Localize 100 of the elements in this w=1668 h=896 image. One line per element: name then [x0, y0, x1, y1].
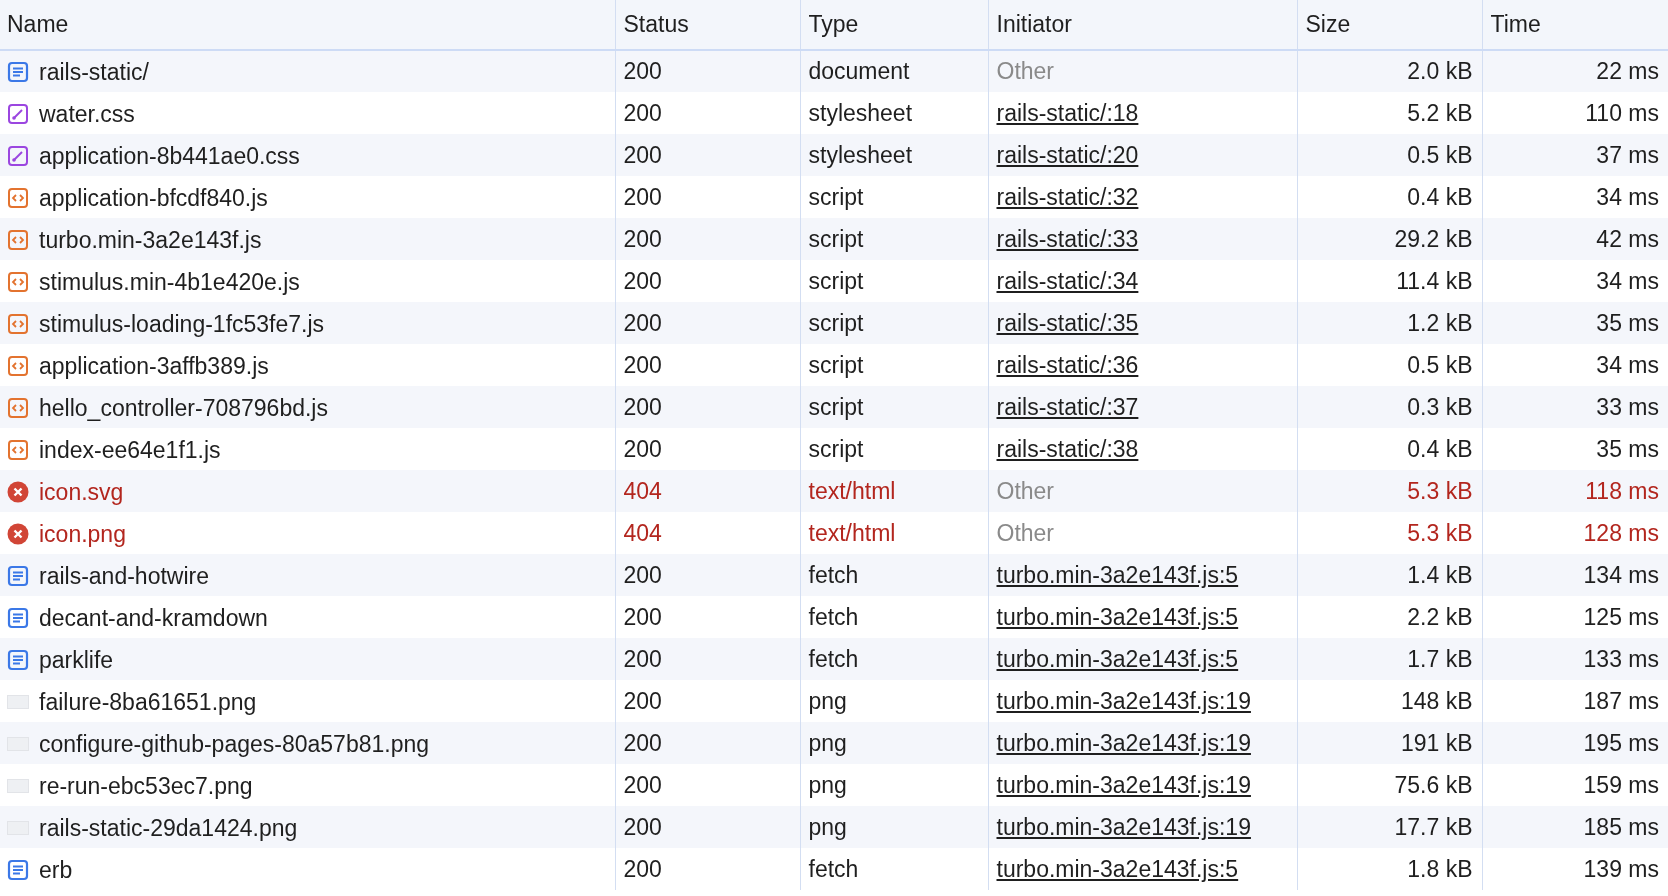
initiator-link[interactable]: rails-static/:32	[996, 183, 1139, 210]
time-value: 33 ms	[1596, 393, 1659, 420]
status-code: 200	[623, 855, 662, 882]
column-header[interactable]: Status	[615, 0, 800, 50]
resource-type: script	[808, 183, 864, 210]
initiator-text: Other	[996, 477, 1055, 504]
status-code: 200	[623, 309, 662, 336]
file-name[interactable]: configure-github-pages-80a57b81.png	[39, 730, 430, 757]
size-value: 29.2 kB	[1394, 225, 1473, 252]
initiator-text: Other	[996, 58, 1055, 85]
time-value: 128 ms	[1583, 519, 1659, 546]
time-value: 139 ms	[1583, 855, 1659, 882]
file-name[interactable]: re-run-ebc53ec7.png	[39, 772, 253, 799]
size-value: 5.2 kB	[1407, 99, 1473, 126]
file-name[interactable]: rails-static/	[39, 59, 149, 86]
initiator-link[interactable]: rails-static/:36	[996, 351, 1139, 378]
status-code: 200	[623, 603, 662, 630]
initiator-link[interactable]: rails-static/:37	[996, 393, 1139, 420]
size-value: 0.5 kB	[1407, 351, 1473, 378]
initiator-link[interactable]: rails-static/:34	[996, 267, 1139, 294]
resource-type: fetch	[808, 855, 859, 882]
time-value: 133 ms	[1583, 645, 1659, 672]
column-header[interactable]: Size	[1297, 0, 1482, 50]
resource-type: fetch	[808, 561, 859, 588]
file-name[interactable]: index-ee64e1f1.js	[39, 436, 221, 463]
size-value: 5.3 kB	[1407, 477, 1473, 504]
file-name[interactable]: application-bfcdf840.js	[39, 184, 268, 211]
time-value: 118 ms	[1585, 477, 1659, 504]
file-name[interactable]: parklife	[39, 646, 114, 673]
status-code: 200	[623, 561, 662, 588]
status-code: 200	[623, 99, 662, 126]
status-code: 200	[623, 141, 662, 168]
resource-type: document	[808, 58, 910, 85]
time-value: 42 ms	[1596, 225, 1659, 252]
initiator-link[interactable]: rails-static/:18	[996, 99, 1139, 126]
time-value: 22 ms	[1596, 58, 1659, 85]
initiator-link[interactable]: turbo.min-3a2e143f.js:19	[996, 687, 1251, 714]
initiator-link[interactable]: rails-static/:35	[996, 309, 1139, 336]
status-code: 200	[623, 813, 662, 840]
initiator-link[interactable]: turbo.min-3a2e143f.js:5	[996, 603, 1239, 630]
size-value: 0.3 kB	[1407, 393, 1473, 420]
size-value: 11.4 kB	[1396, 267, 1473, 294]
status-code: 200	[623, 351, 662, 378]
file-name[interactable]: turbo.min-3a2e143f.js	[39, 226, 262, 253]
file-name[interactable]: erb	[39, 856, 73, 883]
status-code: 200	[623, 225, 662, 252]
file-name[interactable]: rails-static-29da1424.png	[39, 814, 298, 841]
column-header[interactable]: Initiator	[988, 0, 1297, 50]
file-name[interactable]: rails-and-hotwire	[39, 562, 209, 589]
initiator-link[interactable]: turbo.min-3a2e143f.js:19	[996, 813, 1251, 840]
file-name[interactable]: decant-and-kramdown	[39, 604, 268, 631]
initiator-link[interactable]: turbo.min-3a2e143f.js:5	[996, 645, 1239, 672]
initiator-link[interactable]: turbo.min-3a2e143f.js:19	[996, 729, 1251, 756]
status-code: 200	[623, 267, 662, 294]
file-name[interactable]: failure-8ba61651.png	[39, 688, 257, 715]
resource-type: stylesheet	[808, 99, 913, 126]
initiator-link[interactable]: turbo.min-3a2e143f.js:5	[996, 561, 1239, 588]
initiator-text: Other	[996, 519, 1055, 546]
initiator-link[interactable]: turbo.min-3a2e143f.js:19	[996, 771, 1251, 798]
file-name[interactable]: icon.png	[39, 520, 126, 547]
time-value: 34 ms	[1596, 351, 1659, 378]
size-value: 1.8 kB	[1407, 855, 1473, 882]
initiator-link[interactable]: rails-static/:38	[996, 435, 1139, 462]
time-value: 35 ms	[1596, 435, 1659, 462]
resource-type: png	[808, 813, 847, 840]
column-header[interactable]: Type	[800, 0, 988, 50]
status-code: 200	[623, 183, 662, 210]
size-value: 2.0 kB	[1407, 58, 1473, 85]
status-code: 200	[623, 393, 662, 420]
size-value: 17.7 kB	[1394, 813, 1473, 840]
column-header[interactable]: Name	[0, 0, 615, 50]
size-value: 0.4 kB	[1407, 435, 1473, 462]
resource-type: png	[808, 687, 847, 714]
initiator-link[interactable]: rails-static/:33	[996, 225, 1139, 252]
resource-type: script	[808, 267, 864, 294]
initiator-link[interactable]: turbo.min-3a2e143f.js:5	[996, 855, 1239, 882]
size-value: 0.4 kB	[1407, 183, 1473, 210]
resource-type: fetch	[808, 645, 859, 672]
file-name[interactable]: water.css	[39, 100, 135, 127]
size-value: 75.6 kB	[1394, 771, 1473, 798]
status-code: 404	[623, 477, 662, 504]
status-code: 200	[623, 687, 662, 714]
file-name[interactable]: stimulus-loading-1fc53fe7.js	[39, 310, 325, 337]
time-value: 34 ms	[1596, 267, 1659, 294]
file-name[interactable]: hello_controller-708796bd.js	[39, 394, 328, 421]
time-value: 185 ms	[1583, 813, 1659, 840]
file-name[interactable]: application-3affb389.js	[39, 352, 269, 379]
size-value: 191 kB	[1400, 729, 1473, 756]
column-header[interactable]: Time	[1482, 0, 1668, 50]
file-name[interactable]: application-8b441ae0.css	[39, 142, 300, 169]
resource-type: text/html	[808, 519, 896, 546]
file-name[interactable]: stimulus.min-4b1e420e.js	[39, 268, 300, 295]
initiator-link[interactable]: rails-static/:20	[996, 141, 1139, 168]
resource-type: script	[808, 309, 864, 336]
size-value: 1.4 kB	[1407, 561, 1473, 588]
resource-type: script	[808, 351, 864, 378]
time-value: 125 ms	[1583, 603, 1659, 630]
time-value: 195 ms	[1583, 729, 1659, 756]
status-code: 200	[623, 771, 662, 798]
file-name[interactable]: icon.svg	[39, 478, 124, 505]
